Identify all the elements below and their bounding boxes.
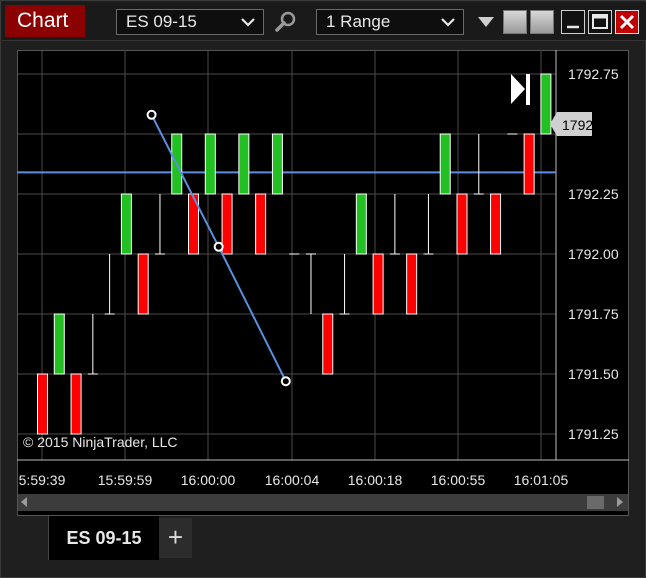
time-tick-label: 16:00:18 [348, 472, 403, 488]
search-icon[interactable] [274, 10, 298, 34]
time-tick-label: 5:59:39 [19, 472, 66, 488]
bar-down [322, 313, 334, 375]
bar-up [540, 73, 552, 135]
bar-down [70, 373, 82, 435]
close-button[interactable] [615, 10, 639, 34]
time-tick-label: 16:01:05 [514, 472, 569, 488]
price-chart[interactable]: 1792.75 1792.25 1792.00 1791.75 1791.50 1791.… [17, 50, 629, 516]
bar-down [406, 253, 418, 315]
time-tick-label: 16:00:55 [431, 472, 486, 488]
scroll-thumb [587, 496, 604, 509]
window-title[interactable]: Chart [5, 5, 85, 37]
bar-down [137, 253, 149, 315]
minimize-button[interactable] [561, 10, 585, 34]
chart-grid [18, 51, 556, 460]
add-tab-button[interactable]: + [159, 518, 192, 558]
close-icon [619, 14, 635, 30]
bar-type-selector[interactable]: 1 Range [316, 9, 464, 35]
time-tick-label: 16:00:04 [265, 472, 320, 488]
title-bar: Chart ES 09-15 1 Range [2, 2, 646, 41]
trend-line-anchor [146, 109, 157, 120]
bar-up [120, 193, 132, 255]
price-tick-label: 1792.75 [568, 66, 619, 82]
tab-es-09-15[interactable]: ES 09-15 [48, 516, 159, 560]
menu-triangle-icon[interactable] [477, 16, 495, 28]
time-tick-label: 15:59:59 [98, 472, 153, 488]
bar-up [439, 133, 451, 195]
price-tick-label: 1791.75 [568, 306, 619, 322]
trend-line [146, 109, 291, 387]
price-marker-label: 1792.50 [562, 117, 613, 133]
price-tick-label: 1791.50 [568, 366, 619, 382]
maximize-icon [592, 14, 608, 29]
chevron-down-icon [241, 18, 255, 27]
maximize-button[interactable] [588, 10, 612, 34]
price-tick-label: 1792.00 [568, 246, 619, 262]
bar-down [490, 193, 502, 255]
price-marker: 1792.50 [550, 112, 613, 136]
minimize-icon [567, 25, 579, 29]
copyright-text: © 2015 NinjaTrader, LLC [23, 434, 178, 450]
toolbar-toggle-button-2[interactable] [530, 10, 554, 34]
bar-up [204, 133, 216, 195]
trend-line-anchor [280, 376, 291, 387]
instrument-label: ES 09-15 [126, 12, 197, 31]
bar-down [221, 193, 233, 255]
bar-timer-icon [511, 74, 530, 105]
bar-down [523, 133, 535, 195]
time-tick-label: 16:00:00 [181, 472, 236, 488]
trend-line-anchor [213, 241, 224, 252]
axis-frame [17, 50, 629, 461]
price-tick-label: 1792.25 [568, 186, 619, 202]
chart-window: Chart ES 09-15 1 Range 1792.75 1792.25 1… [0, 0, 646, 578]
bar-up [238, 133, 250, 195]
bar-type-label: 1 Range [326, 12, 391, 31]
bar-down [456, 193, 468, 255]
time-axis-labels: 5:59:39 15:59:59 16:00:00 16:00:04 16:00:18 1… [19, 472, 569, 488]
bar-down [255, 193, 267, 255]
bar-up [53, 313, 65, 375]
bar-down [372, 253, 384, 315]
bar-down [37, 373, 48, 435]
instrument-selector[interactable]: ES 09-15 [116, 9, 264, 35]
horizontal-scrollbar[interactable] [18, 494, 628, 511]
chevron-down-icon [441, 18, 455, 27]
toolbar-toggle-button[interactable] [503, 10, 527, 34]
bar-up [355, 193, 367, 255]
bar-up [271, 133, 283, 195]
price-tick-label: 1791.25 [568, 426, 619, 442]
